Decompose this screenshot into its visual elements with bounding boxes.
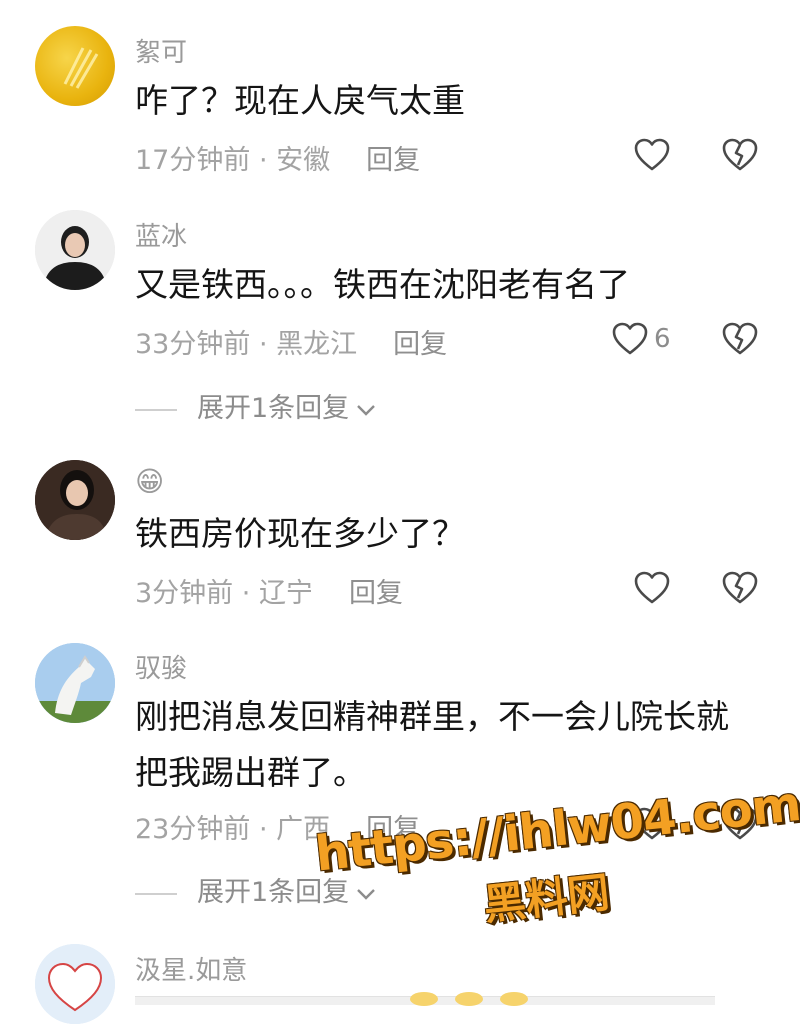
heart-outline-icon[interactable] <box>632 135 672 175</box>
meta-separator: · <box>250 145 277 176</box>
comment-text-line: 刚把消息发回精神群里，不一会儿院长就 <box>135 697 729 736</box>
commenter-name[interactable]: 蓝冰 <box>135 216 187 253</box>
heart-outline-icon[interactable] <box>632 568 672 608</box>
meta-separator: · <box>233 578 259 609</box>
person-photo-icon <box>35 460 115 540</box>
comment-time: 23分钟前 <box>135 814 251 845</box>
horse-photo-icon <box>35 643 115 723</box>
comment-location: 辽宁 <box>258 578 313 609</box>
reply-button[interactable]: 回复 <box>349 578 403 609</box>
comment-text: 咋了？现在人戾气太重 <box>135 81 465 120</box>
commenter-name[interactable]: 汲星.如意 <box>135 950 247 987</box>
heart-outline-icon[interactable] <box>610 319 650 359</box>
avatar[interactable] <box>35 460 115 540</box>
avatar[interactable] <box>35 944 115 1024</box>
comment-meta: 3分钟前 · 辽宁 回复 <box>135 571 403 610</box>
commenter-name[interactable]: 驭骏 <box>135 648 187 685</box>
comment-text: 又是铁西。。。铁西在沈阳老有名了 <box>135 265 630 304</box>
comment-time: 33分钟前 <box>135 329 251 360</box>
meta-separator: · <box>250 329 277 360</box>
person-photo-icon <box>35 210 115 290</box>
heart-badge-icon <box>35 944 115 1024</box>
comment-time: 17分钟前 <box>135 145 251 176</box>
avatar[interactable] <box>35 643 115 723</box>
reply-button[interactable]: 回复 <box>366 145 420 176</box>
comment-location: 黑龙江 <box>276 329 358 360</box>
comment-text-line: 把我踢出群了。 <box>135 753 366 792</box>
broken-heart-icon[interactable] <box>720 568 760 608</box>
comment-text: 铁西房价现在多少了？ <box>135 514 465 553</box>
comment-location: 安徽 <box>276 145 331 176</box>
meta-separator: · <box>250 814 277 845</box>
broken-heart-icon[interactable] <box>720 319 760 359</box>
divider <box>135 892 177 895</box>
divider <box>135 408 177 411</box>
reply-button[interactable]: 回复 <box>393 329 447 360</box>
commenter-name[interactable]: 😁 <box>135 465 164 498</box>
commenter-name[interactable]: 絮可 <box>135 32 187 69</box>
broken-heart-icon[interactable] <box>720 135 760 175</box>
avatar-pattern-icon <box>63 47 99 89</box>
like-count: 6 <box>654 324 671 354</box>
watermark: https://ihlw04.com 黑料网 <box>311 766 800 964</box>
expand-label: 展开1条回复 <box>197 393 350 424</box>
comment-meta: 33分钟前 · 黑龙江 回复 <box>135 322 447 361</box>
avatar[interactable] <box>35 210 115 290</box>
comment-meta: 17分钟前 · 安徽 回复 <box>135 138 420 177</box>
avatar[interactable] <box>35 26 115 106</box>
expand-replies-button[interactable]: 展开1条回复 <box>135 386 377 425</box>
comment-time: 3分钟前 <box>135 578 234 609</box>
watermark-label: 黑料网 <box>481 867 612 930</box>
chevron-down-icon <box>357 404 376 416</box>
